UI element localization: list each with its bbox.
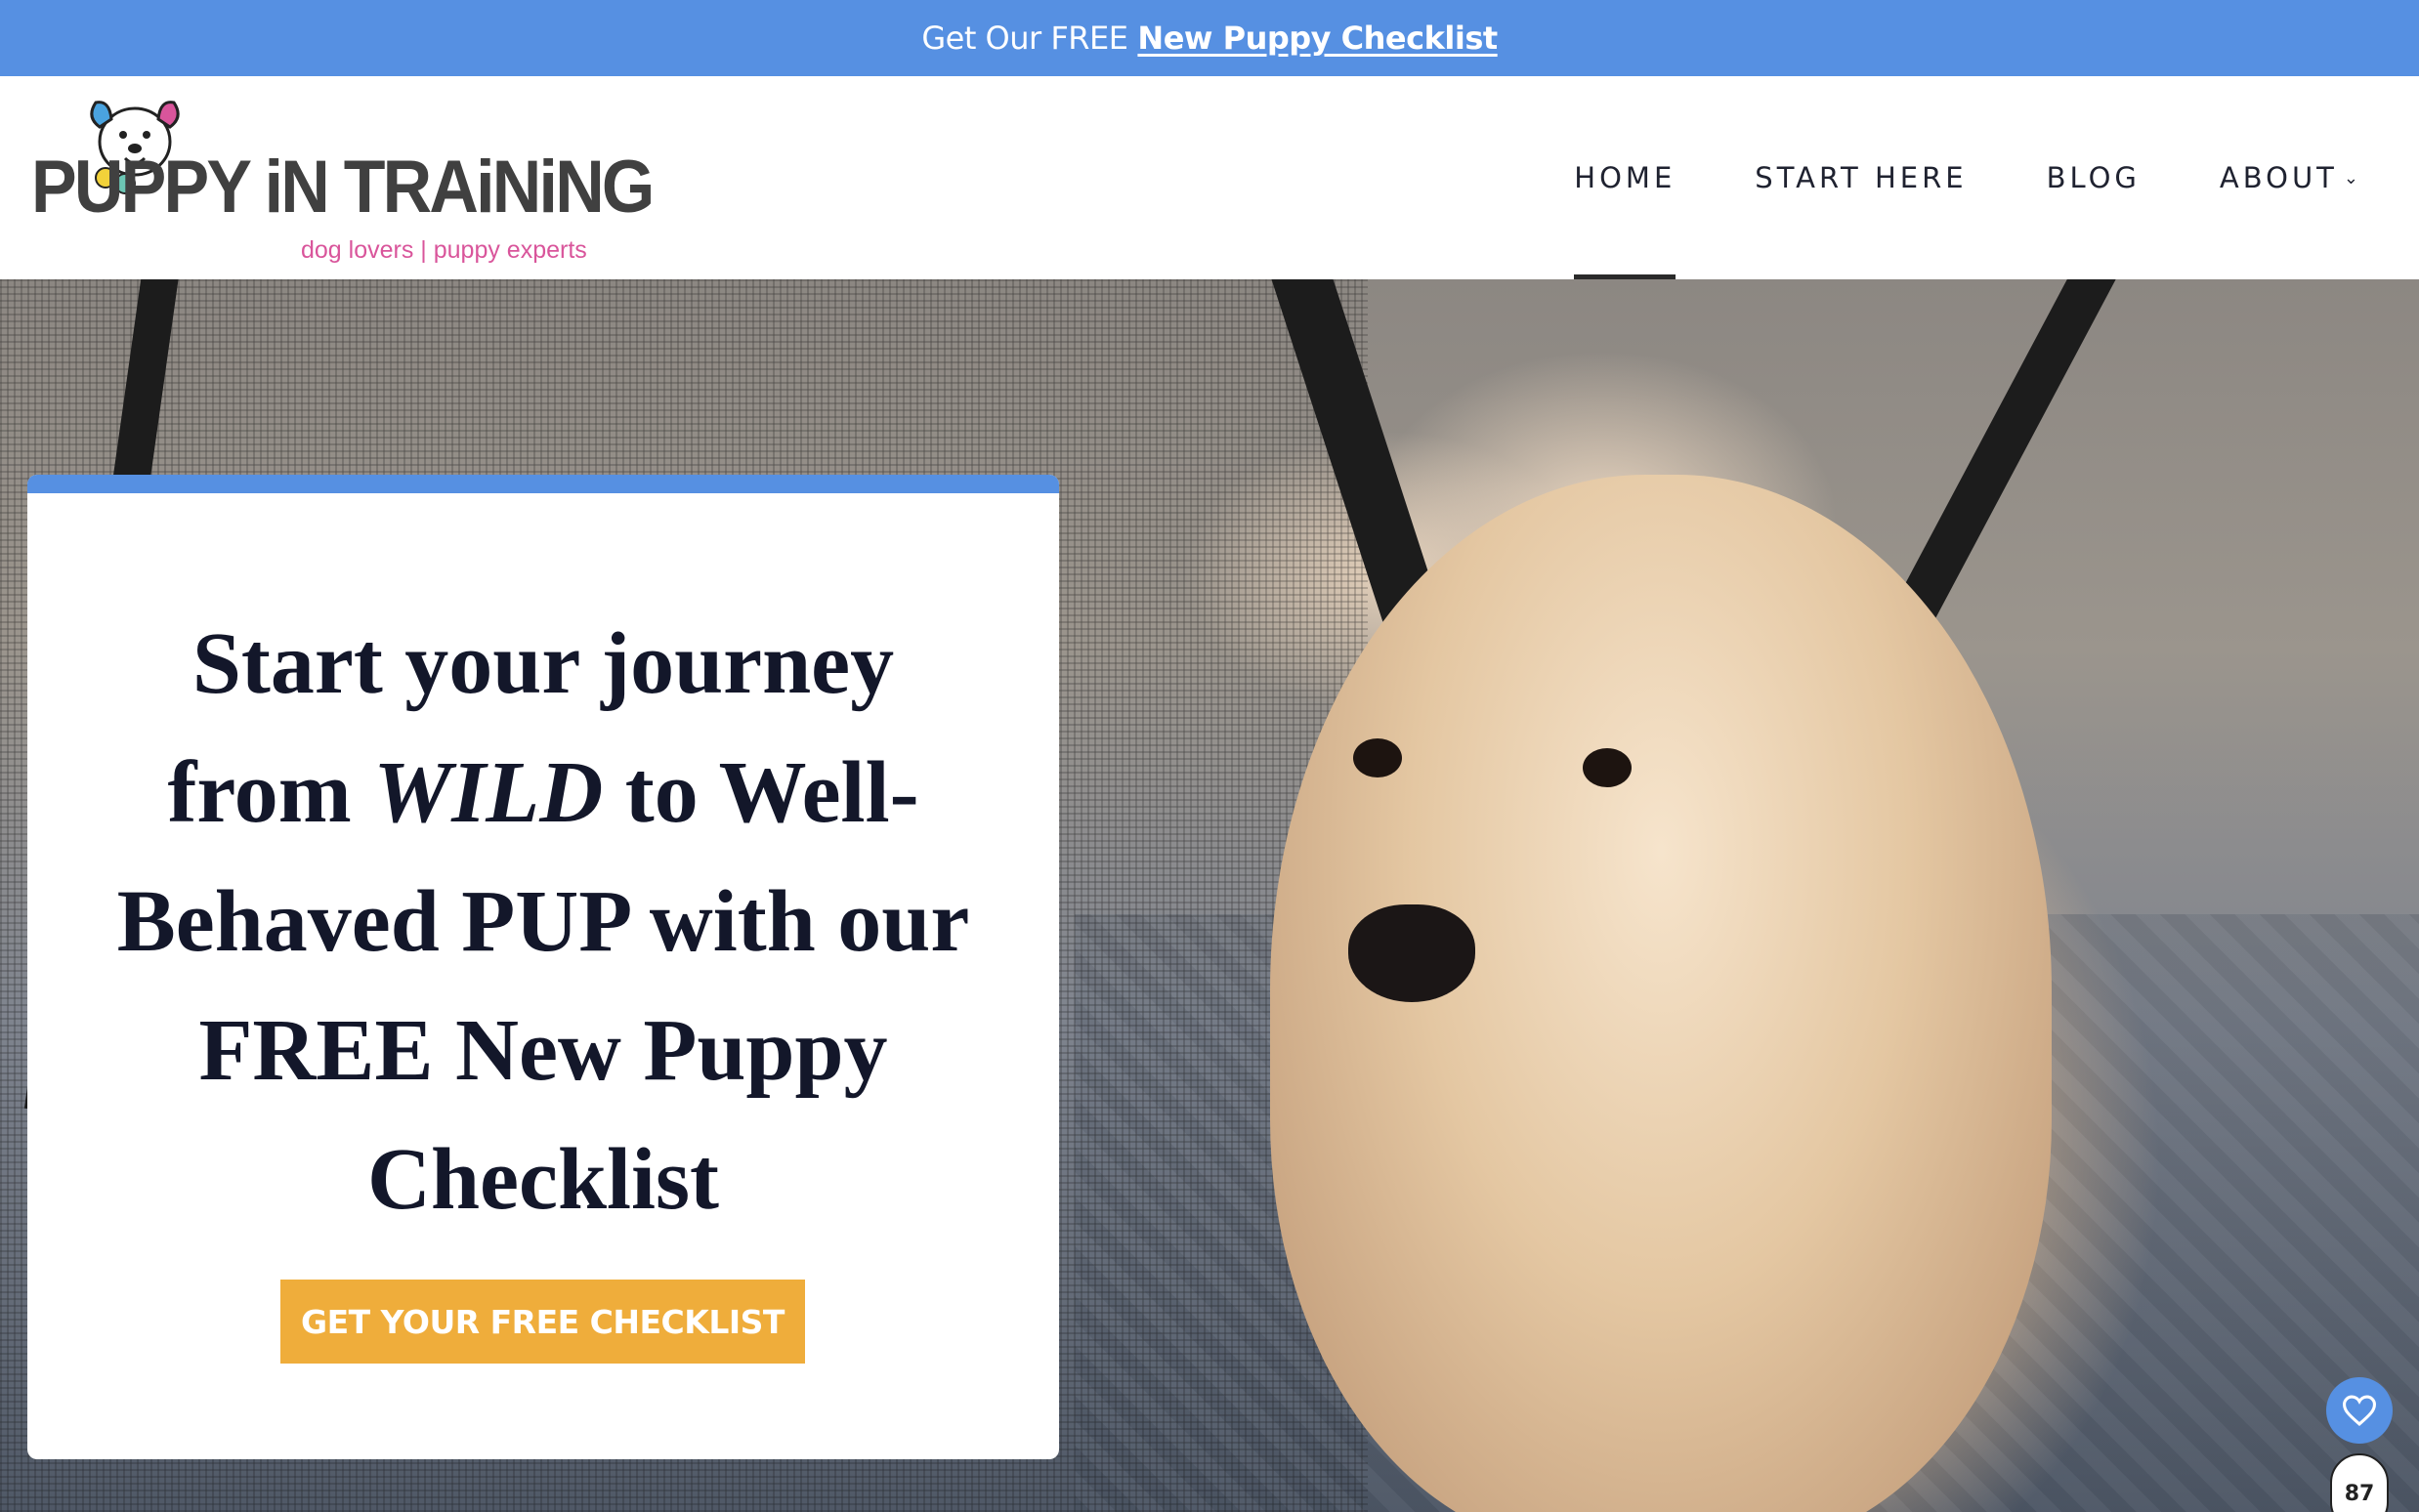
site-logo[interactable]: PUPPY iN TRAiNiNG dog lovers | puppy exp…: [31, 90, 655, 266]
puppy-eye: [1353, 738, 1402, 777]
logo-wordmark: PUPPY iN TRAiNiNG: [31, 146, 655, 229]
nav-item-about[interactable]: ABOUT ⌄: [2220, 76, 2358, 279]
site-header: PUPPY iN TRAiNiNG dog lovers | puppy exp…: [0, 76, 2419, 279]
nav-item-label: HOME: [1574, 161, 1676, 194]
hero-card: Start your journey from WILD to Well-Beh…: [27, 475, 1059, 1459]
nav-item-blog[interactable]: BLOG: [2047, 76, 2141, 279]
headline-wild: WILD: [373, 744, 604, 841]
logo-tagline: dog lovers | puppy experts: [301, 236, 587, 264]
nav-item-label: START HERE: [1755, 161, 1968, 194]
promo-bar: Get Our FREE New Puppy Checklist: [0, 0, 2419, 76]
nav-item-start-here[interactable]: START HERE: [1755, 76, 1967, 279]
nav-item-home[interactable]: HOME: [1574, 76, 1676, 279]
favorites-count: 87: [2330, 1453, 2389, 1512]
puppy-eye: [1583, 748, 1632, 787]
get-checklist-button[interactable]: GET YOUR FREE CHECKLIST: [280, 1280, 805, 1364]
heart-icon: [2342, 1395, 2377, 1426]
puppy-figure: [1270, 475, 2052, 1512]
promo-checklist-link[interactable]: New Puppy Checklist: [1137, 20, 1498, 57]
puppy-nose: [1348, 904, 1475, 1002]
favorite-button[interactable]: [2326, 1377, 2393, 1444]
hero-headline: Start your journey from WILD to Well-Beh…: [96, 600, 991, 1244]
chevron-down-icon: ⌄: [2343, 167, 2358, 189]
main-nav: HOME START HERE BLOG ABOUT ⌄: [1495, 76, 2358, 279]
nav-item-label: ABOUT: [2219, 161, 2338, 194]
promo-text: Get Our FREE: [921, 20, 1128, 57]
nav-item-label: BLOG: [2046, 161, 2141, 194]
